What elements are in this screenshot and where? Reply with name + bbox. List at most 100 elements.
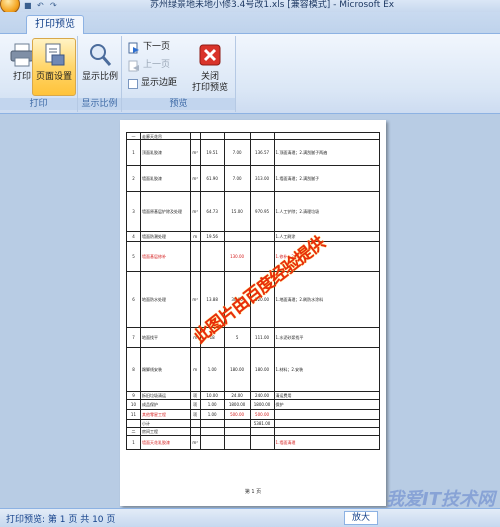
table-cell: 踢脚线安装 [139, 347, 191, 392]
window-title: 苏州绿景地未地小修3.4号改1.xls [兼容模式] - Microsoft E… [150, 0, 395, 10]
table-cell: 1.墙面清理 [273, 435, 381, 450]
table-cell [189, 427, 201, 436]
next-page-icon [128, 42, 139, 53]
table-cell: 10 [126, 399, 141, 410]
table-cell: 其他零星工程 [139, 409, 191, 420]
table-row: 1 墙面天花乳胶漆 m² 1.墙面清理 [126, 435, 381, 450]
table-cell [223, 132, 251, 140]
table-cell: 墙面天花乳胶漆 [139, 435, 191, 450]
table-cell: 项 [189, 409, 201, 420]
table-cell: 11 [126, 409, 141, 420]
table-row: 1 顶面乳胶漆 m² 19.51 7.00 136.57 1.顶面清理；2.满刮腻子两遍 [126, 139, 381, 166]
table-cell: 1.顶面清理；2.满刮腻子两遍 [273, 139, 381, 166]
table-cell [126, 419, 141, 428]
table-cell: 1 [126, 435, 141, 450]
table-cell: 130.00 [223, 241, 251, 272]
table-cell [273, 419, 381, 428]
next-page-button[interactable]: 下一页 [128, 40, 170, 55]
close-preview-button[interactable]: 关闭 打印预览 [188, 38, 232, 96]
zoom-in-button[interactable]: 放大 [344, 511, 378, 525]
group-print-label: 打印 [0, 98, 77, 110]
status-bar: 打印预览: 第 1 页 共 10 页 放大 [0, 508, 500, 527]
prev-page-button[interactable]: 上一页 [128, 58, 170, 73]
table-cell: m² [189, 191, 201, 232]
table-cell [223, 419, 251, 428]
table-cell: 64.73 [199, 191, 225, 232]
table-cell: 项 [189, 391, 201, 400]
status-text: 打印预览: 第 1 页 共 10 页 [6, 515, 116, 525]
tab-print-preview[interactable]: 打印预览 [26, 15, 84, 35]
table-cell [223, 435, 251, 450]
magnifier-icon [90, 44, 112, 66]
table-cell: 房间工程 [139, 427, 191, 436]
table-row: 小计 5381.00 [126, 419, 381, 428]
table-row: 10 成品保护项 1.00 1800.00 1800.00 保护 [126, 399, 381, 410]
table-cell: 5381.00 [249, 419, 275, 428]
table-cell: 7 [126, 327, 141, 348]
table-cell [223, 427, 251, 436]
table-cell: 墙面原基层铲除及处理 [139, 191, 191, 232]
checkbox-icon[interactable] [128, 78, 138, 89]
table-row: 7 地面找平 m 18 5 111.00 1.水泥砂浆找平 [126, 327, 381, 348]
table-cell: 970.95 [249, 191, 275, 232]
page-setup-icon [45, 43, 65, 66]
table-row: 3 墙面原基层铲除及处理 m² 64.73 15.00 970.95 1.人工铲除；2.清理… [126, 191, 381, 232]
table-cell: 180.00 [223, 347, 251, 392]
ribbon: 打印 页面设置 打印 显示比例 显示比例 下一页 上一页 显示边距 关闭 打印预… [0, 34, 500, 114]
table-cell: 1.材料；2.安装 [273, 347, 381, 392]
group-zoom-label: 显示比例 [78, 98, 121, 110]
group-print: 打印 页面设置 打印 [0, 36, 78, 112]
preview-workspace[interactable]: 一走廊天花吊 1 顶面乳胶漆 m² 19.51 7.00 136.57 1.顶面清理；2.满刮… [0, 114, 500, 508]
table-cell: 5 [223, 327, 251, 348]
show-margins-checkbox[interactable]: 显示边距 [128, 76, 177, 91]
table-cell: 1.00 [199, 347, 225, 392]
table-cell: 1800.00 [223, 399, 251, 410]
table-cell: 墙面基层修补 [139, 241, 191, 272]
table-cell: 9 [126, 391, 141, 400]
table-cell: 1.水泥砂浆找平 [273, 327, 381, 348]
table-cell [249, 435, 275, 450]
undo-icon[interactable]: ↶ [37, 2, 46, 10]
table-row: 9 拆旧垃圾清运项 10.00 24.00 240.00 清运费用 [126, 391, 381, 400]
prev-page-label: 上一页 [143, 60, 171, 70]
preview-page[interactable]: 一走廊天花吊 1 顶面乳胶漆 m² 19.51 7.00 136.57 1.顶面清理；2.满刮… [120, 120, 386, 506]
redo-icon[interactable]: ↷ [50, 2, 59, 10]
table-cell [249, 427, 275, 436]
table-cell: 180.00 [249, 347, 275, 392]
table-cell: 清运费用 [273, 391, 381, 400]
close-label: 关闭 [200, 72, 219, 82]
table-cell: 项 [189, 399, 201, 410]
zoom-button[interactable]: 显示比例 [78, 38, 122, 96]
table-cell: 地面找平 [139, 327, 191, 348]
group-preview-label: 预览 [122, 98, 235, 110]
table-cell [199, 241, 225, 272]
table-cell [199, 427, 225, 436]
table-cell [249, 132, 275, 140]
table-row: 11 其他零星工程项 1.00 500.00 500.00 [126, 409, 381, 420]
table-cell [273, 409, 381, 420]
table-row: 8 踢脚线安装 m 1.00 180.00 180.00 1.材料；2.安装 [126, 347, 381, 392]
table-cell [273, 427, 381, 436]
zoom-label: 显示比例 [81, 72, 118, 82]
table-cell: m [189, 231, 201, 242]
title-bar: ■ ↶ ↷ 苏州绿景地未地小修3.4号改1.xls [兼容模式] - Micro… [0, 0, 500, 14]
group-preview: 下一页 上一页 显示边距 关闭 打印预览 预览 [122, 36, 236, 112]
table-cell: 6 [126, 271, 141, 328]
table-cell: 500.00 [249, 409, 275, 420]
page-setup-button[interactable]: 页面设置 [32, 38, 76, 96]
table-cell: 61.90 [199, 165, 225, 192]
table-cell: 15.00 [223, 191, 251, 232]
table-cell: 7.00 [223, 139, 251, 166]
table-cell: m [189, 347, 201, 392]
table-cell: m² [189, 165, 201, 192]
table-row: 2 墙面乳胶漆 m² 61.90 7.00 313.00 1.墙面清理；2.满刮腻子 [126, 165, 381, 192]
table-cell [249, 231, 275, 242]
table-cell [199, 419, 225, 428]
save-icon[interactable]: ■ [24, 2, 33, 10]
table-cell: 500.00 [223, 409, 251, 420]
table-cell [199, 132, 225, 140]
table-row: 5 墙面基层修补 130.00 1.修补；2.找平 [126, 241, 381, 272]
table-cell: 136.57 [249, 139, 275, 166]
prev-page-icon [128, 60, 139, 71]
table-cell: 小计 [139, 419, 191, 428]
